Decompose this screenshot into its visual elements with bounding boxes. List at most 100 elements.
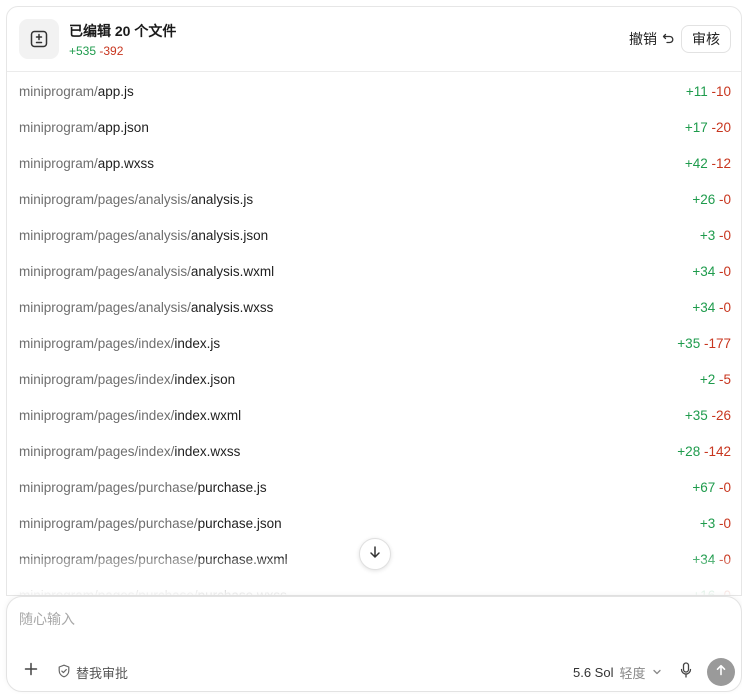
file-path: miniprogram/pages/index/index.wxml: [19, 408, 241, 423]
file-additions: +17: [684, 119, 708, 135]
undo-label: 撤销: [629, 31, 657, 47]
message-input[interactable]: [19, 607, 619, 631]
file-deletions: -0: [718, 299, 731, 315]
file-name: index.json: [174, 371, 236, 387]
file-dir: miniprogram/: [19, 119, 98, 135]
file-additions: +3: [699, 515, 716, 531]
file-deletions: -10: [711, 83, 731, 99]
file-path: miniprogram/pages/analysis/analysis.js: [19, 192, 253, 207]
file-row[interactable]: miniprogram/app.js +11 -10: [7, 73, 741, 109]
file-diff-stats: +67 -0: [692, 480, 731, 495]
file-deletions: -177: [703, 335, 731, 351]
approve-label: 替我审批: [76, 666, 129, 681]
file-dir: miniprogram/pages/analysis/: [19, 299, 191, 315]
file-row[interactable]: miniprogram/pages/index/index.wxml +35 -…: [7, 397, 741, 433]
file-dir: miniprogram/pages/index/: [19, 407, 175, 423]
file-diff-stats: +11 -10: [686, 84, 731, 99]
reasoning-effort: 轻度: [619, 666, 646, 681]
file-row[interactable]: miniprogram/pages/index/index.json +2 -5: [7, 361, 741, 397]
file-path: miniprogram/pages/index/index.js: [19, 336, 220, 351]
file-additions: +67: [692, 479, 716, 495]
file-diff-stats: +35 -26: [685, 408, 731, 423]
file-row[interactable]: miniprogram/pages/purchase/purchase.js +…: [7, 469, 741, 505]
file-deletions: -12: [711, 155, 731, 171]
file-deletions: -0: [718, 479, 731, 495]
send-button[interactable]: [707, 658, 735, 686]
edited-files-panel: 已编辑 20 个文件 +535 -392 撤销 审核 miniprogram/a…: [6, 6, 742, 596]
composer: 替我审批 5.6 Sol 轻度: [6, 596, 742, 692]
file-list: miniprogram/app.js +11 -10 miniprogram/a…: [7, 73, 741, 596]
file-diff-stats: +2 -5: [700, 372, 731, 387]
model-name: 5.6 Sol: [573, 665, 614, 680]
file-diff-stats: +17 -20: [685, 120, 731, 135]
file-additions: +26: [692, 191, 716, 207]
file-name: analysis.wxml: [190, 263, 275, 279]
file-name: analysis.wxss: [190, 299, 274, 315]
file-row[interactable]: miniprogram/pages/purchase/purchase.json…: [7, 505, 741, 541]
file-row[interactable]: miniprogram/pages/index/index.wxss +28 -…: [7, 433, 741, 469]
file-name: analysis.js: [190, 191, 254, 207]
file-row[interactable]: miniprogram/app.wxss +42 -12: [7, 145, 741, 181]
chevron-down-icon: [652, 665, 662, 680]
file-name: analysis.json: [190, 227, 269, 243]
file-additions: +34: [692, 263, 716, 279]
file-deletions: -0: [718, 515, 731, 531]
file-additions: +35: [677, 335, 701, 351]
file-path: miniprogram/pages/index/index.wxss: [19, 444, 240, 459]
file-deletions: -0: [718, 263, 731, 279]
file-row[interactable]: miniprogram/pages/analysis/analysis.wxml…: [7, 253, 741, 289]
file-dir: miniprogram/pages/index/: [19, 443, 175, 459]
file-row[interactable]: miniprogram/pages/analysis/analysis.json…: [7, 217, 741, 253]
file-name: purchase.js: [197, 479, 267, 495]
attach-button[interactable]: [21, 661, 41, 681]
model-selector[interactable]: 5.6 Sol 轻度: [573, 663, 662, 682]
file-deletions: -5: [718, 371, 731, 387]
file-name: index.wxss: [174, 443, 241, 459]
file-dir: miniprogram/: [19, 155, 98, 171]
total-deletions: -392: [99, 44, 124, 58]
file-additions: +34: [692, 299, 716, 315]
file-diff-stats: +3 -0: [700, 228, 731, 243]
file-path: miniprogram/app.wxss: [19, 156, 154, 171]
file-row[interactable]: miniprogram/app.json +17 -20: [7, 109, 741, 145]
undo-icon: [662, 31, 675, 47]
file-diff-stats: +42 -12: [685, 156, 731, 171]
plus-icon: [24, 662, 38, 681]
approve-for-me-toggle[interactable]: 替我审批: [57, 663, 128, 682]
file-deletions: -142: [703, 443, 731, 459]
file-diff-stats: +3 -0: [700, 516, 731, 531]
file-dir: miniprogram/pages/purchase/: [19, 515, 198, 531]
scroll-to-bottom-button[interactable]: [359, 538, 391, 570]
file-name: app.js: [97, 83, 134, 99]
file-name: app.json: [97, 119, 149, 135]
total-diff-stats: +535 -392: [69, 44, 123, 58]
file-path: miniprogram/pages/analysis/analysis.json: [19, 228, 268, 243]
arrow-down-icon: [368, 545, 382, 564]
file-dir: miniprogram/pages/analysis/: [19, 227, 191, 243]
file-path: miniprogram/app.json: [19, 120, 149, 135]
file-row[interactable]: miniprogram/pages/analysis/analysis.js +…: [7, 181, 741, 217]
total-additions: +535: [69, 44, 97, 58]
review-button[interactable]: 审核: [681, 25, 731, 53]
file-additions: +28: [677, 443, 701, 459]
file-diff-stats: +34 -0: [692, 264, 731, 279]
page-title: 已编辑 20 个文件: [69, 23, 177, 39]
file-path: miniprogram/pages/analysis/analysis.wxml: [19, 264, 274, 279]
file-row[interactable]: miniprogram/pages/analysis/analysis.wxss…: [7, 289, 741, 325]
microphone-icon: [680, 661, 692, 683]
shield-icon: [57, 664, 71, 681]
voice-input-button[interactable]: [677, 661, 695, 683]
file-dir: miniprogram/pages/analysis/: [19, 263, 191, 279]
arrow-up-icon: [715, 663, 727, 681]
file-row[interactable]: miniprogram/pages/index/index.js +35 -17…: [7, 325, 741, 361]
file-deletions: -20: [711, 119, 731, 135]
file-deletions: -0: [718, 191, 731, 207]
file-dir: miniprogram/: [19, 83, 98, 99]
file-path: miniprogram/pages/index/index.json: [19, 372, 235, 387]
file-name: index.wxml: [174, 407, 242, 423]
undo-button[interactable]: 撤销: [629, 29, 675, 49]
file-dir: miniprogram/pages/index/: [19, 371, 175, 387]
file-deletions: -0: [718, 227, 731, 243]
file-additions: +35: [684, 407, 708, 423]
file-path: miniprogram/app.js: [19, 84, 134, 99]
